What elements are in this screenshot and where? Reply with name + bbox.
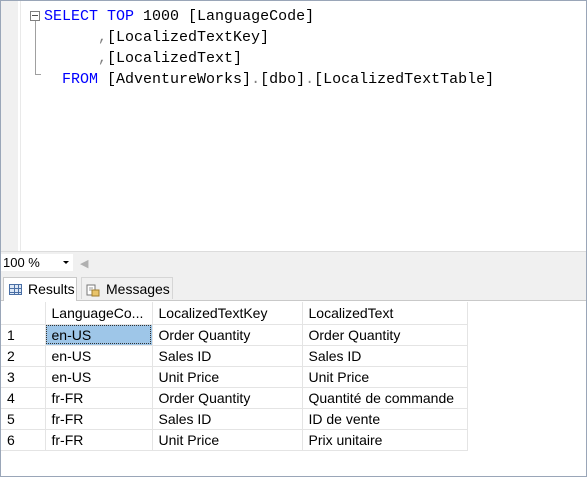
code-token: TOP [107, 8, 135, 25]
tab-messages-label: Messages [106, 281, 170, 297]
table-cell[interactable]: en-US [45, 366, 153, 388]
table-cell[interactable]: Order Quantity [152, 387, 303, 409]
table-cell[interactable]: en-US [45, 324, 153, 346]
table-cell[interactable]: Order Quantity [152, 324, 303, 346]
table-cell[interactable]: ID de vente [302, 408, 468, 430]
table-row[interactable]: 2 en-US Sales ID Sales ID [1, 345, 468, 367]
zoom-dropdown[interactable]: 100 % [1, 254, 73, 271]
code-token: [dbo] [260, 71, 306, 88]
table-cell[interactable]: Sales ID [152, 408, 303, 430]
code-token: 1000 [LanguageCode] [134, 8, 315, 25]
row-number[interactable]: 3 [1, 366, 46, 388]
code-token: FROM [62, 71, 99, 88]
row-number-header[interactable] [1, 302, 46, 325]
table-cell[interactable]: Unit Price [302, 366, 468, 388]
scroll-left-icon[interactable]: ◀ [80, 257, 88, 270]
table-cell[interactable]: fr-FR [45, 429, 153, 451]
table-row[interactable]: 1 en-US Order Quantity Order Quantity [1, 324, 468, 346]
code-line[interactable]: ,[LocalizedText] [44, 48, 494, 69]
code-token: . [251, 71, 261, 88]
table-cell[interactable]: Order Quantity [302, 324, 468, 346]
row-number[interactable]: 6 [1, 429, 46, 451]
tab-results-label: Results [28, 281, 75, 297]
row-number[interactable]: 2 [1, 345, 46, 367]
code-token: [LocalizedText] [107, 50, 243, 67]
grid-icon [9, 284, 22, 295]
table-cell[interactable]: Sales ID [152, 345, 303, 367]
table-cell[interactable]: Unit Price [152, 366, 303, 388]
table-row[interactable]: 4 fr-FR Order Quantity Quantité de commande [1, 387, 468, 409]
sql-editor[interactable]: SELECT TOP 1000 [LanguageCode] ,[Localiz… [1, 1, 586, 251]
code-token: , [98, 50, 108, 67]
chevron-down-icon[interactable] [63, 261, 69, 264]
table-cell[interactable]: Prix unitaire [302, 429, 468, 451]
collapse-icon[interactable] [30, 11, 40, 21]
code-token: , [98, 29, 108, 46]
code-token: SELECT [44, 8, 99, 25]
table-cell[interactable]: Quantité de commande [302, 387, 468, 409]
table-cell[interactable]: fr-FR [45, 387, 153, 409]
messages-icon [86, 284, 100, 297]
row-number[interactable]: 4 [1, 387, 46, 409]
zoom-level: 100 % [3, 255, 40, 270]
tab-results[interactable]: Results [3, 277, 77, 301]
results-table: LanguageCo... LocalizedTextKey Localized… [1, 302, 468, 451]
header-row: LanguageCo... LocalizedTextKey Localized… [1, 302, 468, 325]
results-grid: LanguageCo... LocalizedTextKey Localized… [1, 301, 586, 476]
row-number[interactable]: 5 [1, 408, 46, 430]
code-line[interactable]: SELECT TOP 1000 [LanguageCode] [44, 6, 494, 27]
code-token: [LocalizedTextKey] [107, 29, 270, 46]
sql-code[interactable]: SELECT TOP 1000 [LanguageCode] ,[Localiz… [44, 6, 494, 90]
editor-gutter [1, 1, 18, 251]
table-cell[interactable]: Sales ID [302, 345, 468, 367]
code-token: [AdventureWorks] [98, 71, 252, 88]
row-number[interactable]: 1 [1, 324, 46, 346]
table-cell[interactable]: Unit Price [152, 429, 303, 451]
column-header-languagecode[interactable]: LanguageCo... [45, 302, 153, 325]
table-cell[interactable]: fr-FR [45, 408, 153, 430]
column-header-localizedtext[interactable]: LocalizedText [302, 302, 468, 325]
column-header-localizedtextkey[interactable]: LocalizedTextKey [152, 302, 303, 325]
tab-messages[interactable]: Messages [81, 277, 173, 299]
table-row[interactable]: 3 en-US Unit Price Unit Price [1, 366, 468, 388]
results-tabbar: Results Messages [1, 273, 586, 301]
table-row[interactable]: 6 fr-FR Unit Price Prix unitaire [1, 429, 468, 451]
code-token: [LocalizedTextTable] [314, 71, 495, 88]
table-row[interactable]: 5 fr-FR Sales ID ID de vente [1, 408, 468, 430]
table-cell[interactable]: en-US [45, 345, 153, 367]
code-line[interactable]: FROM [AdventureWorks].[dbo].[LocalizedTe… [44, 69, 494, 90]
zoom-bar: 100 % ◀ [1, 251, 586, 273]
query-window: SELECT TOP 1000 [LanguageCode] ,[Localiz… [0, 0, 587, 477]
code-token: . [305, 71, 315, 88]
code-line[interactable]: ,[LocalizedTextKey] [44, 27, 494, 48]
